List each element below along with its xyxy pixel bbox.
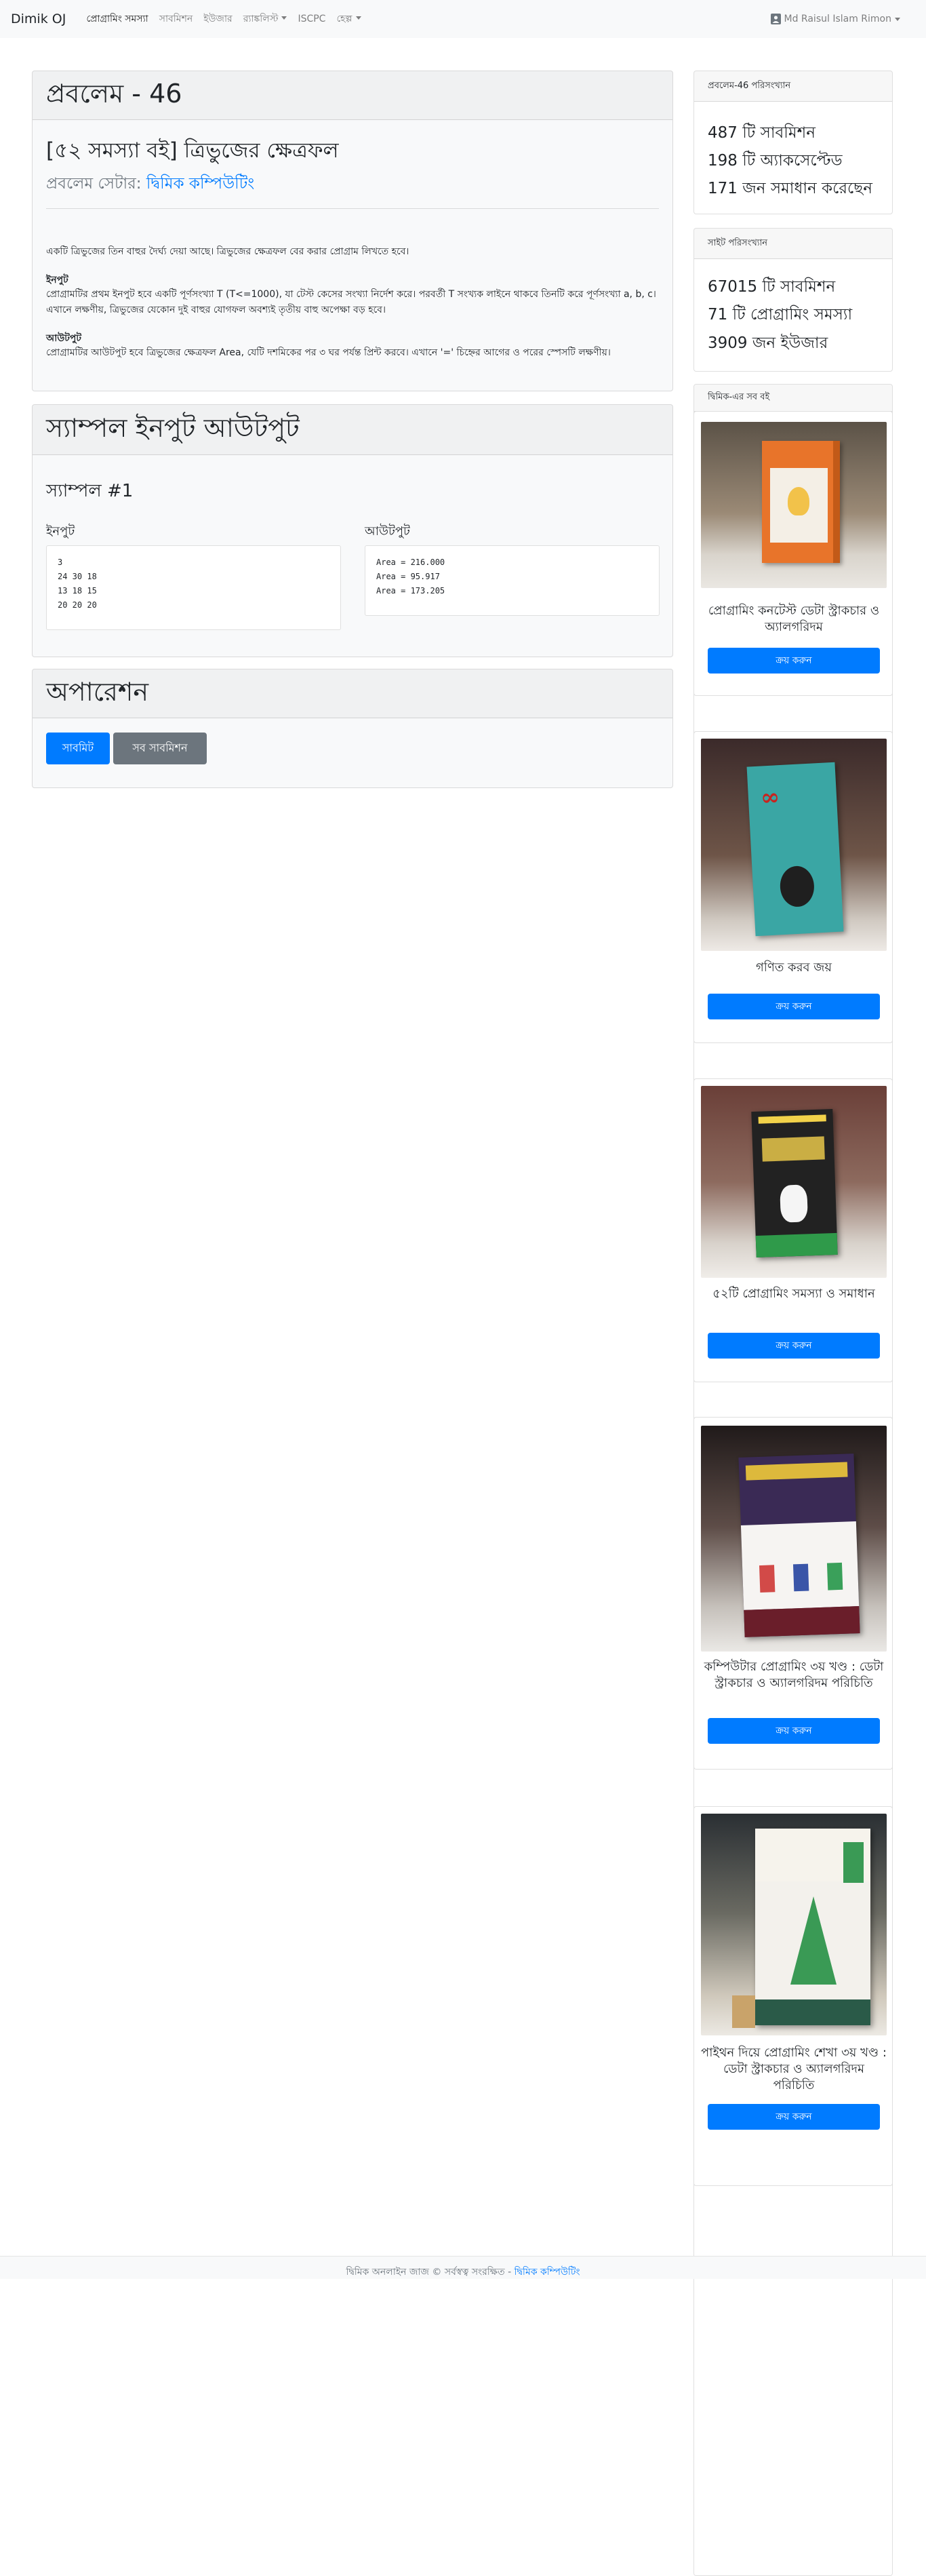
chevron-down-icon bbox=[281, 16, 287, 20]
buy-book-button[interactable]: ক্রয় করুন bbox=[708, 648, 880, 674]
site-problems-count: 71 টি প্রোগ্রামিং সমস্যা bbox=[708, 306, 853, 324]
book-cover-art bbox=[755, 1829, 870, 2025]
book-card: প্রোগ্রামিং কনটেস্ট ডেটা স্ট্রাকচার ও অ্… bbox=[693, 411, 893, 696]
buy-book-button[interactable]: ক্রয় করুন bbox=[708, 2104, 880, 2130]
buy-book-button[interactable]: ক্রয় করুন bbox=[708, 994, 880, 1019]
site-stats-card: সাইট পরিসংখ্যান 67015 টি সাবমিশন 71 টি প… bbox=[693, 228, 893, 372]
problem-setter: প্রবলেম সেটার: দ্বিমিক কম্পিউটিং bbox=[46, 171, 659, 197]
nav-link-iscpc[interactable]: ISCPC bbox=[292, 14, 331, 24]
problem-setter-label: প্রবলেম সেটার: bbox=[46, 175, 142, 193]
nav-link-help[interactable]: হেল্প bbox=[331, 11, 366, 27]
book-cover-art bbox=[738, 1453, 860, 1637]
problem-card-body: [৫২ সমস্যা বই] ত্রিভুজের ক্ষেত্রফল প্রবল… bbox=[33, 120, 672, 361]
books-header: দ্বিমিক-এর সব বই bbox=[694, 385, 892, 412]
book-title: কম্পিউটার প্রোগ্রামিং ৩য় খণ্ড : ডেটা স্… bbox=[704, 1660, 884, 1690]
output-section-text: প্রোগ্রামটির আউটপুট হবে ত্রিভুজের ক্ষেত্… bbox=[46, 347, 611, 358]
book-cover-image[interactable] bbox=[701, 1426, 887, 1652]
nav-link-ranklist-label: র‍্যাঙ্কলিস্ট bbox=[243, 14, 279, 24]
site-submissions-count: 67015 টি সাবমিশন bbox=[708, 278, 836, 296]
book-cover-art: ∞ bbox=[746, 762, 844, 937]
nav-links: প্রোগ্রামিং সমস্যা সাবমিশন ইউজার র‍্যাঙ্… bbox=[81, 11, 366, 27]
problem-heading: প্রবলেম - 46 bbox=[46, 78, 182, 109]
operation-card: অপারেশন সাবমিট সব সাবমিশন bbox=[32, 669, 673, 788]
sample-output-box: Area = 216.000 Area = 95.917 Area = 173.… bbox=[365, 545, 660, 616]
input-section-heading: ইনপুট bbox=[46, 275, 68, 286]
top-navbar: Dimik OJ প্রোগ্রামিং সমস্যা সাবমিশন ইউজা… bbox=[0, 0, 926, 38]
book-card: ৫২টি প্রোগ্রামিং সমস্যা ও সমাধান ক্রয় ক… bbox=[693, 1078, 893, 1382]
buy-book-button[interactable]: ক্রয় করুন bbox=[708, 1718, 880, 1744]
book-card: ∞ গণিত করব জয় ক্রয় করুন bbox=[693, 731, 893, 1043]
problem-accepted-count: 198 টি অ্যাকসেপ্টেড bbox=[708, 152, 843, 170]
problem-card: প্রবলেম - 46 [৫২ সমস্যা বই] ত্রিভুজের ক্… bbox=[32, 71, 673, 391]
divider bbox=[46, 208, 659, 209]
nav-link-problems[interactable]: প্রোগ্রামিং সমস্যা bbox=[81, 11, 153, 27]
problem-card-header: প্রবলেম - 46 bbox=[33, 71, 672, 120]
book-cover-art bbox=[762, 441, 840, 563]
buy-book-button[interactable]: ক্রয় করুন bbox=[708, 1333, 880, 1359]
sample-output-label: আউটপুট bbox=[365, 524, 410, 539]
book-title: পাইথন দিয়ে প্রোগ্রামিং শেখা ৩য় খণ্ড : … bbox=[701, 2046, 887, 2092]
footer-text: দ্বিমিক অনলাইন জাজ © সর্বস্বত্ব সংরক্ষিত… bbox=[346, 2267, 512, 2278]
sample-io-header: স্যাম্পল ইনপুট আউটপুট bbox=[33, 405, 672, 455]
user-menu[interactable]: Md Raisul Islam Rimon bbox=[770, 0, 900, 38]
operation-heading: অপারেশন bbox=[46, 676, 149, 707]
problem-solvers-count: 171 জন সমাধান করেছেন bbox=[708, 180, 872, 197]
nav-link-submissions[interactable]: সাবমিশন bbox=[154, 11, 199, 27]
sample-input-label: ইনপুট bbox=[46, 524, 75, 539]
site-stats-header: সাইট পরিসংখ্যান bbox=[694, 229, 892, 259]
sample-input-box: 3 24 30 18 13 18 15 20 20 20 bbox=[46, 545, 341, 630]
footer-link[interactable]: দ্বিমিক কম্পিউটিং bbox=[515, 2267, 580, 2278]
sample-io-card: স্যাম্পল ইনপুট আউটপুট স্যাম্পল #1 ইনপুট … bbox=[32, 404, 673, 657]
chevron-down-icon bbox=[895, 17, 900, 21]
problem-submissions-link[interactable]: 487 টি সাবমিশন bbox=[708, 120, 816, 147]
nav-link-users[interactable]: ইউজার bbox=[198, 11, 237, 27]
sample-io-heading: স্যাম্পল ইনপুট আউটপুট bbox=[46, 412, 300, 443]
book-cover-image[interactable]: ∞ bbox=[701, 739, 887, 951]
book-cover-image[interactable] bbox=[701, 1814, 887, 2035]
site-users-count: 3909 জন ইউজার bbox=[708, 334, 828, 352]
problem-stats-card: প্রবলেম-46 পরিসংখ্যান 487 টি সাবমিশন 198… bbox=[693, 71, 893, 214]
output-section-heading: আউটপুট bbox=[46, 333, 81, 344]
user-name: Md Raisul Islam Rimon bbox=[784, 14, 891, 24]
book-card: পাইথন দিয়ে প্রোগ্রামিং শেখা ৩য় খণ্ড : … bbox=[693, 1806, 893, 2186]
book-cover-image[interactable] bbox=[701, 422, 887, 588]
user-icon bbox=[770, 14, 781, 24]
submit-button[interactable]: সাবমিট bbox=[46, 733, 110, 764]
problem-stats-header: প্রবলেম-46 পরিসংখ্যান bbox=[694, 71, 892, 102]
problem-title: [৫২ সমস্যা বই] ত্রিভুজের ক্ষেত্রফল bbox=[46, 138, 339, 163]
book-title: প্রোগ্রামিং কনটেস্ট ডেটা স্ট্রাকচার ও অ্… bbox=[708, 604, 880, 634]
book-card: কম্পিউটার প্রোগ্রামিং ৩য় খণ্ড : ডেটা স্… bbox=[693, 1417, 893, 1770]
sample-case-label: স্যাম্পল #1 bbox=[46, 481, 134, 501]
book-cover-image[interactable] bbox=[701, 1086, 887, 1278]
all-submissions-button[interactable]: সব সাবমিশন bbox=[113, 733, 207, 764]
problem-statement: একটি ত্রিভুজের তিন বাহুর দৈর্ঘ্য দেয়া আ… bbox=[46, 246, 409, 257]
nav-link-ranklist[interactable]: র‍্যাঙ্কলিস্ট bbox=[238, 11, 293, 27]
book-title: গণিত করব জয় bbox=[756, 960, 832, 975]
page-footer: দ্বিমিক অনলাইন জাজ © সর্বস্বত্ব সংরক্ষিত… bbox=[0, 2256, 926, 2279]
operation-header: অপারেশন bbox=[33, 669, 672, 718]
input-section-text: প্রোগ্রামটির প্রথম ইনপুট হবে একটি পূর্ণস… bbox=[46, 289, 656, 315]
book-title: ৫২টি প্রোগ্রামিং সমস্যা ও সমাধান bbox=[712, 1287, 875, 1301]
problem-setter-link[interactable]: দ্বিমিক কম্পিউটিং bbox=[146, 175, 254, 193]
book-cover-art bbox=[751, 1108, 838, 1258]
chevron-down-icon bbox=[355, 16, 361, 20]
brand-logo[interactable]: Dimik OJ bbox=[11, 12, 66, 26]
nav-link-help-label: হেল্প bbox=[336, 14, 353, 24]
